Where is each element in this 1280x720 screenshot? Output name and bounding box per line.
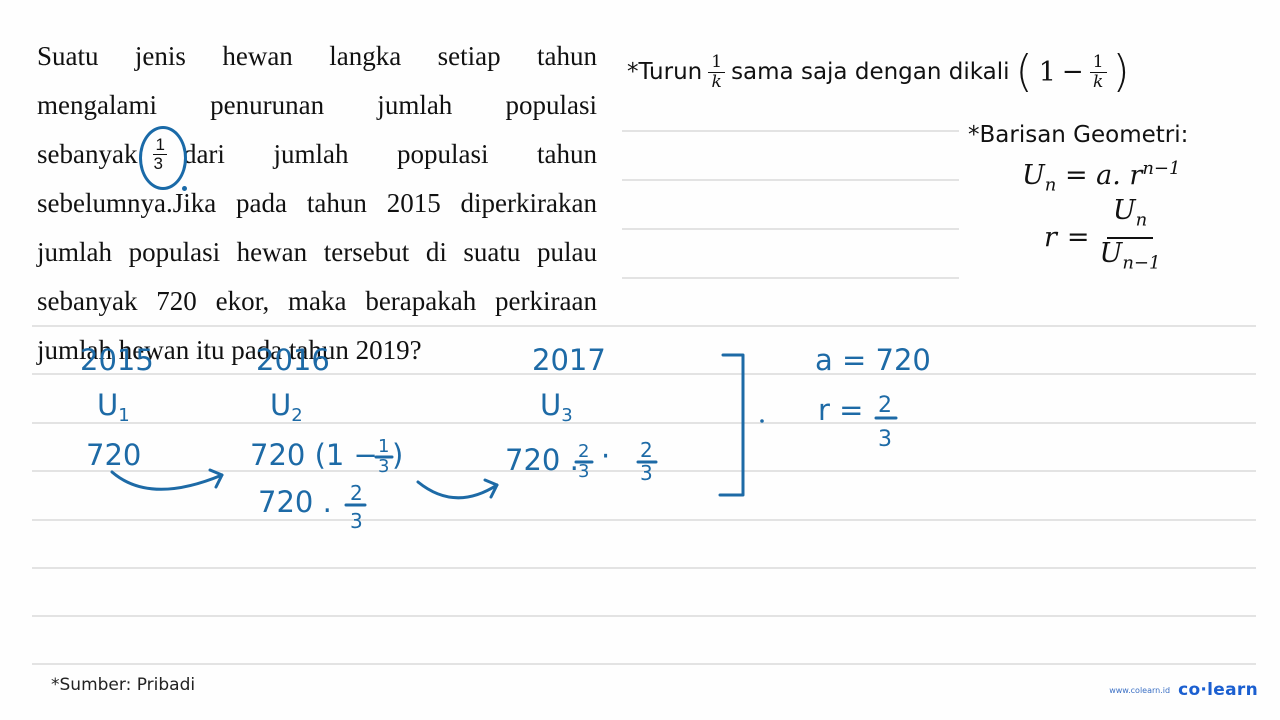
- hw-fraction-num: 2: [578, 441, 589, 462]
- brand-url: www.colearn.id: [1109, 685, 1171, 695]
- hw-fraction-num: 2: [640, 438, 653, 462]
- source-note: *Sumber: Pribadi: [51, 675, 196, 695]
- hw-term: U1: [97, 388, 130, 426]
- hw-fraction-den: 3: [350, 509, 363, 533]
- hw-arrow-icon: [416, 480, 499, 500]
- hw-u2-simplified: 720 .: [258, 485, 332, 519]
- hw-r-label: r =: [818, 393, 863, 427]
- hw-u3-expression: 720 .: [505, 443, 579, 477]
- hw-bracket: [718, 353, 745, 497]
- hw-term: U3: [540, 388, 573, 426]
- hw-fraction-num: 1: [378, 436, 389, 457]
- hw-u1-value: 720: [86, 438, 141, 472]
- hw-year: 2015: [80, 343, 154, 377]
- hw-fraction-num: 2: [878, 393, 892, 418]
- hw-u2-expression: 720 (1 −: [250, 438, 378, 472]
- hw-dot: [760, 419, 764, 423]
- handwritten-work: 2015 2016 2017 U1 U2 U3 720 720 (1 − 1 3…: [80, 343, 931, 533]
- hw-dot: ·: [601, 439, 610, 473]
- hw-fraction-den: 3: [640, 461, 653, 485]
- hw-arrow-icon: [110, 470, 224, 491]
- hw-fraction-den: 3: [878, 427, 892, 452]
- hw-term: U2: [270, 388, 303, 426]
- brand: www.colearn.id co·learn: [1109, 680, 1258, 700]
- hw-a-value: a = 720: [815, 343, 931, 377]
- colearn-logo: co·learn: [1178, 680, 1258, 700]
- hw-fraction-den: 3: [578, 461, 589, 482]
- hw-year: 2016: [256, 343, 330, 377]
- hw-year: 2017: [532, 343, 606, 377]
- hw-fraction-num: 2: [350, 481, 363, 505]
- hw-fraction-den: 3: [378, 456, 389, 477]
- hw-paren-close: ): [392, 438, 403, 472]
